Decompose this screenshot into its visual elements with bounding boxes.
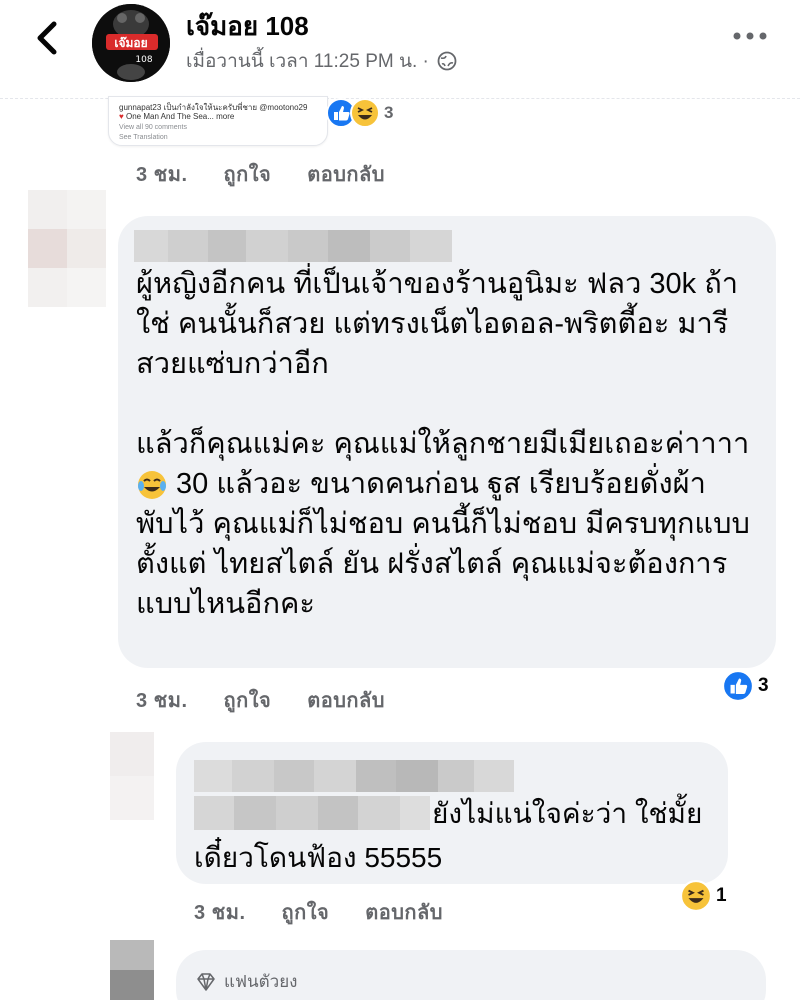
- top-fan-label: แฟนตัวยง: [224, 972, 298, 991]
- comment-time: 3 ชม.: [136, 690, 188, 712]
- attachment-caption-line2: ♥ One Man And The Sea... more: [119, 112, 235, 121]
- replier-name-blurred[interactable]: [194, 760, 514, 792]
- reply-link[interactable]: ตอบกลับ: [307, 158, 385, 190]
- reply-text-line2: เดี๋ยวโดนฟ้อง 55555: [194, 842, 443, 873]
- globe-icon: [437, 51, 457, 71]
- like-reaction-icon: [722, 670, 754, 702]
- joy-emoji-icon: [138, 471, 166, 500]
- reaction-count: 1: [716, 885, 727, 906]
- main-comment-actions: 3 ชม. ถูกใจ ตอบกลับ: [136, 684, 385, 716]
- post-time-text: เมื่อวานนี้ เวลา 11:25 PM น. ·: [186, 51, 429, 72]
- attachment-caption-line3: View all 90 comments: [119, 124, 187, 131]
- comment-text-part1: ผู้หญิงอีกคน ที่เป็นเจ้าของร้านอูนิมะ ฟล…: [136, 268, 750, 460]
- top-fan-badge: แฟนตัวยง: [196, 968, 297, 995]
- haha-reaction-icon: [350, 98, 380, 128]
- commenter-name-blurred[interactable]: [134, 230, 452, 262]
- post-header: เจ๊มอย 108 เจ๊มอย 108 เมื่อวานนี้ เวลา 1…: [0, 0, 800, 88]
- diamond-icon: [197, 972, 215, 991]
- reaction-count: 3: [758, 675, 769, 696]
- first-comment-reactions[interactable]: 3: [326, 98, 393, 128]
- page-name[interactable]: เจ๊มอย 108: [186, 6, 309, 47]
- comment-text-part2: 30 แล้วอะ ขนาดคนก่อน ฐูส เรียบร้อยดั่งผ้…: [136, 468, 750, 620]
- replier-mention-blurred[interactable]: [194, 796, 430, 830]
- reply-link[interactable]: ตอบกลับ: [307, 684, 385, 716]
- main-comment-reactions[interactable]: 3: [722, 670, 769, 702]
- first-comment-actions: 3 ชม. ถูกใจ ตอบกลับ: [136, 158, 385, 190]
- post-timestamp: เมื่อวานนี้ เวลา 11:25 PM น. ·: [186, 46, 457, 76]
- third-commenter-avatar[interactable]: [110, 940, 154, 1000]
- comment-text: ผู้หญิงอีกคน ที่เป็นเจ้าของร้านอูนิมะ ฟล…: [136, 264, 766, 624]
- reply-comment-actions: 3 ชม. ถูกใจ ตอบกลับ: [194, 896, 443, 928]
- back-arrow-icon[interactable]: [30, 18, 64, 58]
- comment-bubble-main[interactable]: ผู้หญิงอีกคน ที่เป็นเจ้าของร้านอูนิมะ ฟล…: [118, 216, 776, 668]
- attachment-caption-line2-text: One Man And The Sea... more: [125, 112, 235, 121]
- comment-bubble-third[interactable]: แฟนตัวยง: [176, 950, 766, 1000]
- like-link[interactable]: ถูกใจ: [282, 896, 330, 928]
- comment-bubble-reply[interactable]: ยังไม่แน่ใจค่ะว่า ใช่มั้ย เดี๋ยวโดนฟ้อง …: [176, 742, 728, 884]
- replier-avatar[interactable]: [110, 732, 154, 820]
- attachment-caption-line4: See Translation: [119, 134, 168, 141]
- svg-text:108: 108: [135, 55, 152, 65]
- page-avatar[interactable]: เจ๊มอย 108: [92, 4, 170, 82]
- svg-text:เจ๊มอย: เจ๊มอย: [114, 36, 147, 50]
- like-link[interactable]: ถูกใจ: [224, 158, 272, 190]
- comment-image-attachment[interactable]: gunnapat23 เป็นกำลังใจให้นะครับพี่ชาย @m…: [108, 96, 328, 146]
- reaction-count: 3: [384, 103, 394, 122]
- reply-text-line1: ยังไม่แน่ใจค่ะว่า ใช่มั้ย: [432, 798, 703, 829]
- comment-time: 3 ชม.: [194, 902, 246, 924]
- haha-reaction-icon: [680, 880, 712, 912]
- reply-link[interactable]: ตอบกลับ: [365, 896, 443, 928]
- like-link[interactable]: ถูกใจ: [224, 684, 272, 716]
- commenter-avatar[interactable]: [28, 190, 106, 308]
- comment-time: 3 ชม.: [136, 164, 188, 186]
- more-options-icon[interactable]: [730, 26, 770, 46]
- reply-comment-reactions[interactable]: 1: [680, 880, 727, 912]
